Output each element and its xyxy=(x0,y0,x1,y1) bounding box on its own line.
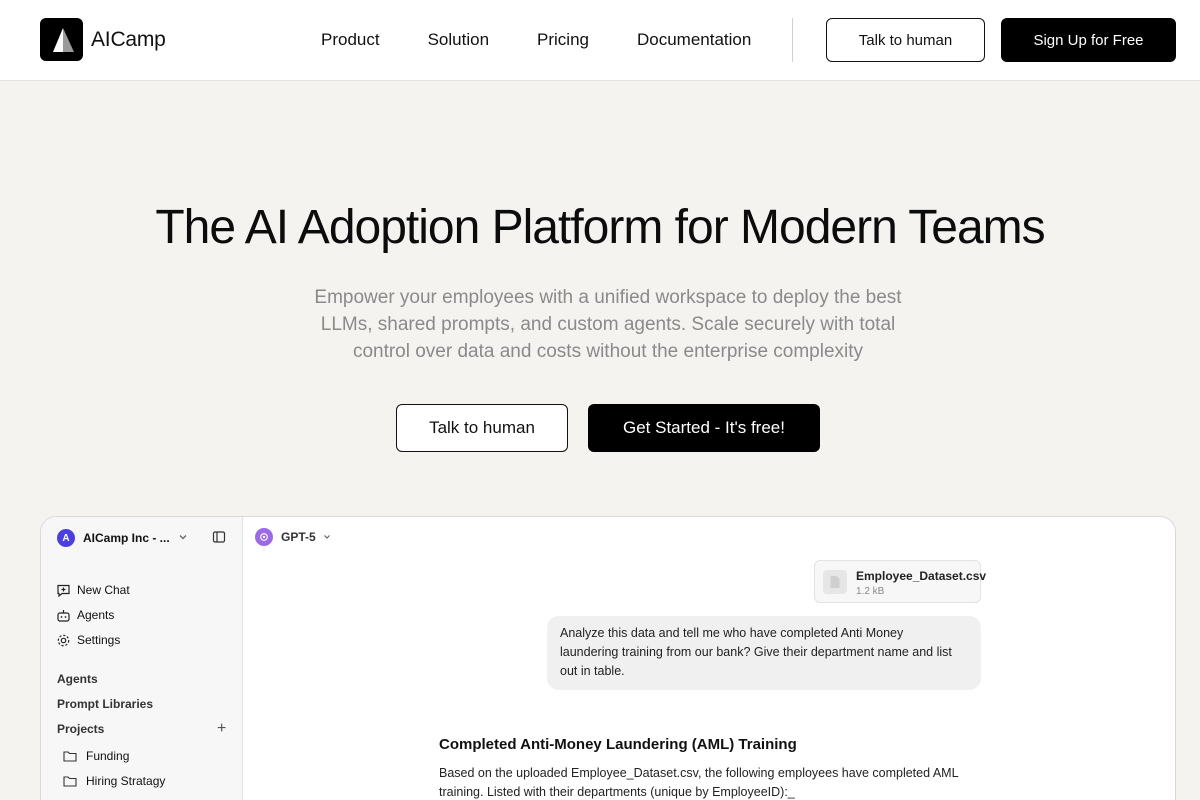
message-line: out in table. xyxy=(560,664,625,678)
project-folder-hiring-stratagy[interactable]: Hiring Stratagy xyxy=(63,774,165,788)
folder-icon xyxy=(63,749,77,763)
nav-item-documentation[interactable]: Documentation xyxy=(637,30,751,50)
nav-item-pricing[interactable]: Pricing xyxy=(537,30,589,50)
response-title: Completed Anti-Money Laundering (AML) Tr… xyxy=(439,736,797,753)
folder-label: Hiring Stratagy xyxy=(86,774,166,788)
attachment-name: Employee_Dataset.csv xyxy=(856,569,987,583)
new-chat-icon xyxy=(55,582,71,598)
sidebar-toggle-icon[interactable] xyxy=(212,530,226,549)
sidebar-item-label: Settings xyxy=(77,633,121,647)
response-text: Based on the uploaded Employee_Dataset.c… xyxy=(439,764,999,800)
message-line: Analyze this data and tell me who have c… xyxy=(560,626,904,640)
project-folder-funding[interactable]: Funding xyxy=(63,749,129,763)
talk-to-human-button[interactable]: Talk to human xyxy=(826,18,985,62)
chat-area: GPT-5 Employee_Dataset.csv 1.2 kB Analyz… xyxy=(244,517,1175,800)
site-header: AICamp Product Solution Pricing Document… xyxy=(0,0,1200,81)
robot-icon xyxy=(55,607,71,623)
sidebar-item-agents[interactable]: Agents xyxy=(55,607,114,623)
workspace-avatar: A xyxy=(57,529,75,547)
folder-label: Funding xyxy=(86,749,130,763)
folder-icon xyxy=(63,774,77,788)
nav-item-solution[interactable]: Solution xyxy=(428,30,489,50)
workspace-switcher[interactable]: A AICamp Inc - ... xyxy=(57,529,227,547)
main-nav: Product Solution Pricing Documentation xyxy=(321,0,751,80)
app-preview: A AICamp Inc - ... New Chat Agents Setti… xyxy=(40,516,1176,800)
hero-subtitle-line: control over data and costs without the … xyxy=(352,341,864,362)
sidebar-item-label: Agents xyxy=(77,608,115,622)
chevron-down-icon xyxy=(177,530,189,548)
sidebar-item-settings[interactable]: Settings xyxy=(55,632,120,648)
user-message: Analyze this data and tell me who have c… xyxy=(547,616,981,690)
model-selector[interactable]: GPT-5 xyxy=(255,528,332,546)
gear-icon xyxy=(55,632,71,648)
get-started-button[interactable]: Get Started - It's free! xyxy=(588,404,820,452)
app-sidebar: A AICamp Inc - ... New Chat Agents Setti… xyxy=(41,517,243,800)
attachment-size: 1.2 kB xyxy=(856,586,885,597)
sidebar-item-new-chat[interactable]: New Chat xyxy=(55,582,130,598)
sign-up-button[interactable]: Sign Up for Free xyxy=(1001,18,1176,62)
hero-title: The AI Adoption Platform for Modern Team… xyxy=(155,201,1045,254)
brand-logo-icon xyxy=(40,18,83,61)
response-line: training. Listed with their departments … xyxy=(439,785,795,799)
workspace-name: AICamp Inc - ... xyxy=(83,531,170,545)
chevron-down-icon xyxy=(322,532,332,542)
nav-divider xyxy=(792,18,793,62)
sidebar-section-projects[interactable]: Projects xyxy=(57,722,104,736)
model-name: GPT-5 xyxy=(281,530,316,544)
hero-subtitle-line: LLMs, shared prompts, and custom agents.… xyxy=(320,314,896,335)
add-project-icon[interactable]: + xyxy=(217,721,226,737)
hero-talk-to-human-button[interactable]: Talk to human xyxy=(396,404,568,452)
attachment-card[interactable]: Employee_Dataset.csv 1.2 kB xyxy=(814,560,986,603)
sidebar-item-label: New Chat xyxy=(77,583,130,597)
model-icon xyxy=(255,528,273,546)
brand-logo-link[interactable]: AICamp xyxy=(40,18,166,61)
sidebar-section-prompt-libraries[interactable]: Prompt Libraries xyxy=(57,697,153,711)
file-icon xyxy=(823,570,847,594)
sidebar-section-agents[interactable]: Agents xyxy=(57,672,98,686)
hero-subtitle-line: Empower your employees with a unified wo… xyxy=(314,287,902,308)
hero-subtitle: Empower your employees with a unified wo… xyxy=(290,284,926,365)
message-line: laundering training from our bank? Give … xyxy=(560,645,952,659)
response-line: Based on the uploaded Employee_Dataset.c… xyxy=(439,766,959,780)
brand-name: AICamp xyxy=(91,27,166,51)
nav-item-product[interactable]: Product xyxy=(321,30,380,50)
